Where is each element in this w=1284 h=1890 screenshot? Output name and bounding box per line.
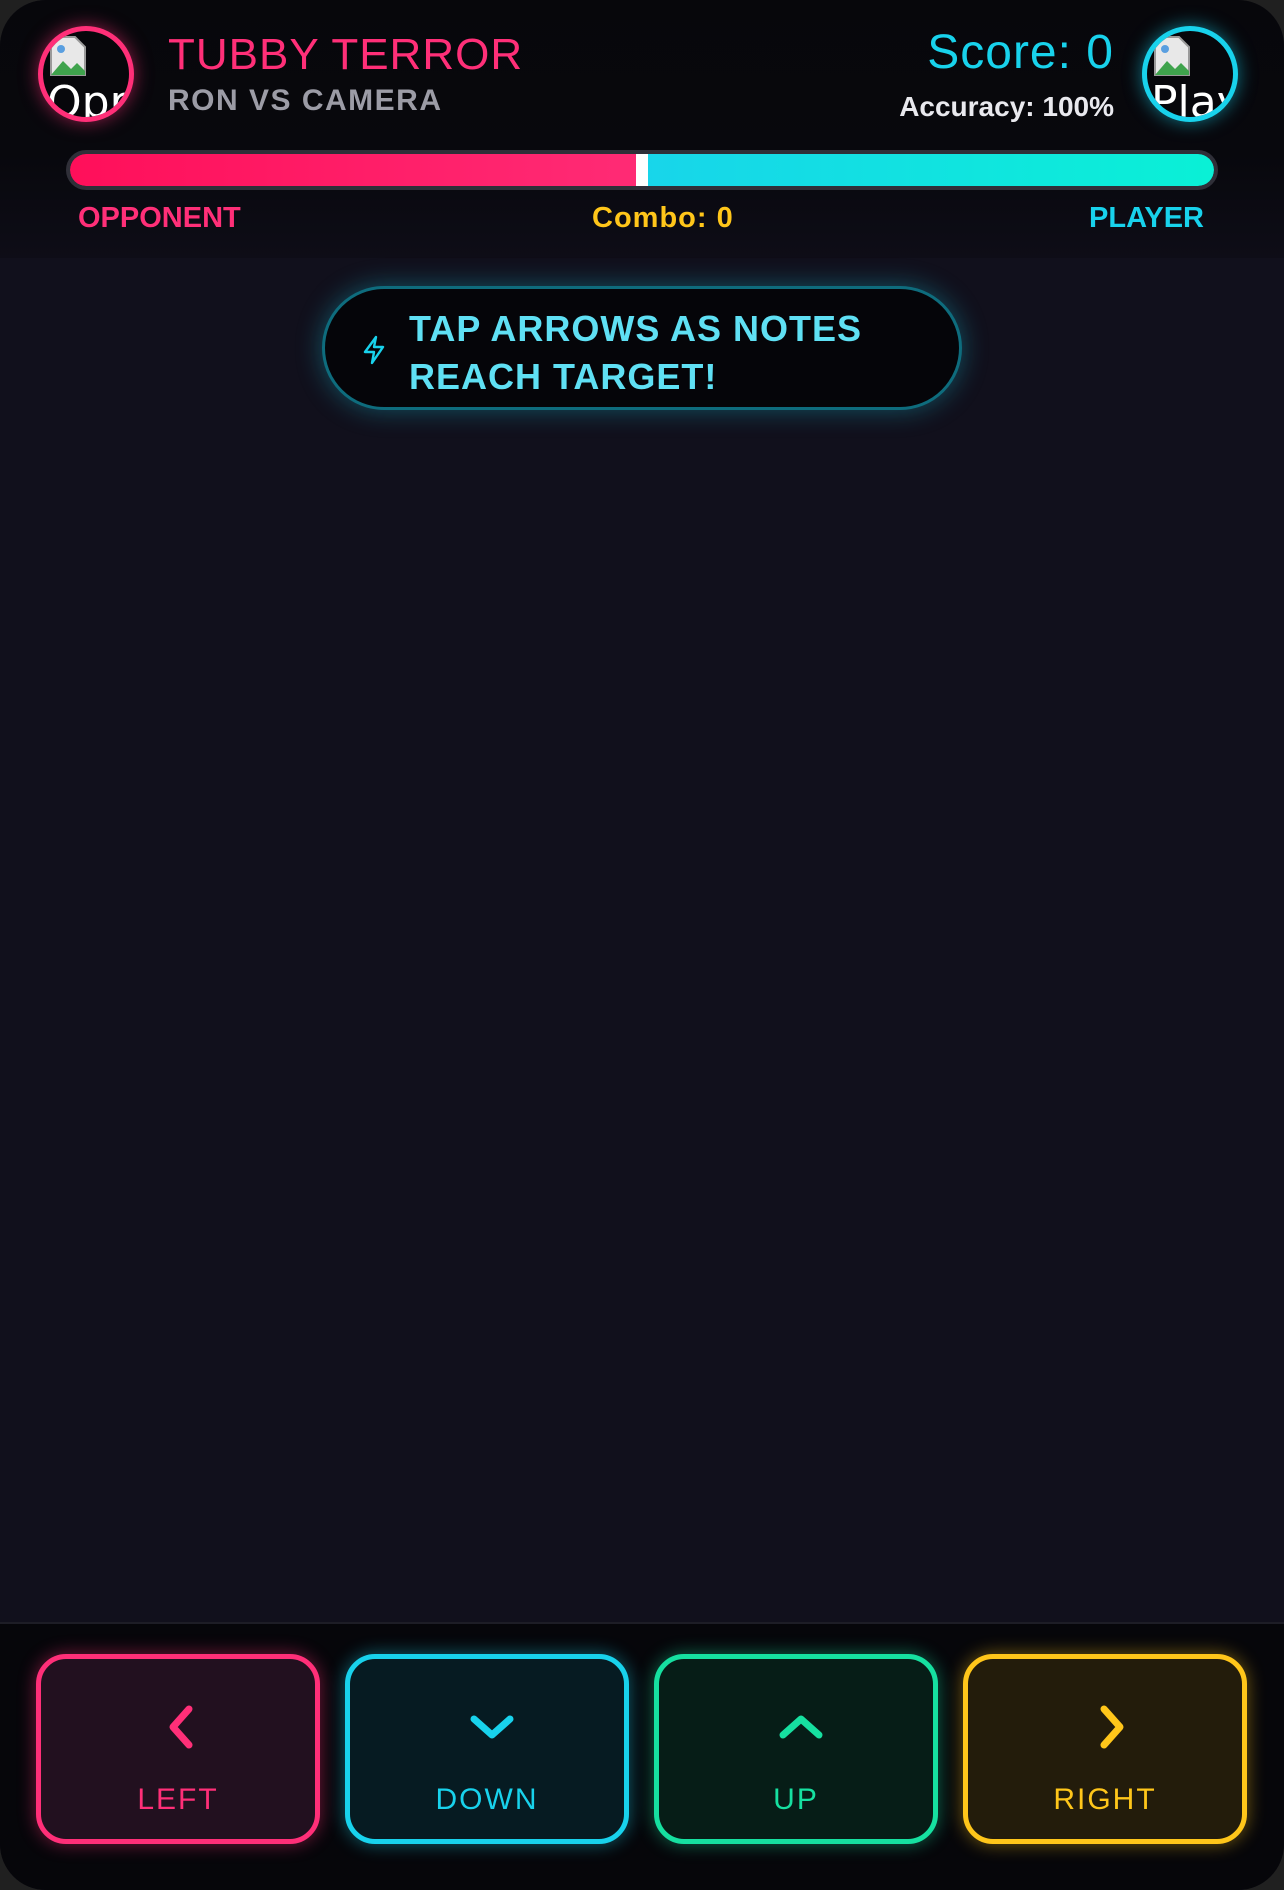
up-arrow-button[interactable]: UP xyxy=(654,1654,938,1844)
opponent-avatar: Opp xyxy=(38,26,134,122)
down-arrow-button[interactable]: DOWN xyxy=(345,1654,629,1844)
health-bar-opponent-fill xyxy=(70,154,642,186)
song-subtitle: RON VS CAMERA xyxy=(168,84,443,117)
left-button-label: LEFT xyxy=(137,1783,219,1816)
combo-counter: Combo: 0 xyxy=(592,202,734,234)
instruction-banner: TAP ARROWS AS NOTES REACH TARGET! xyxy=(322,286,962,410)
up-button-label: UP xyxy=(773,1783,819,1816)
chevron-up-icon xyxy=(779,1715,823,1739)
chevron-down-icon xyxy=(470,1715,514,1739)
player-label: PLAYER xyxy=(1089,202,1204,234)
chevron-left-icon xyxy=(169,1705,193,1749)
score-display: Score: 0 xyxy=(927,26,1114,79)
opponent-avatar-alt-text: Opp xyxy=(47,77,134,122)
broken-image-icon xyxy=(50,36,86,76)
health-bar-marker xyxy=(636,154,648,186)
right-arrow-button[interactable]: RIGHT xyxy=(963,1654,1247,1844)
right-button-label: RIGHT xyxy=(1053,1783,1157,1816)
down-button-label: DOWN xyxy=(435,1783,539,1816)
top-hud: Opp TUBBY TERROR RON VS CAMERA Score: 0 … xyxy=(0,0,1284,258)
lightning-bolt-icon xyxy=(363,335,385,365)
opponent-label: OPPONENT xyxy=(78,202,241,234)
chevron-right-icon xyxy=(1100,1705,1124,1749)
player-avatar: Play xyxy=(1142,26,1238,122)
game-screen: Opp TUBBY TERROR RON VS CAMERA Score: 0 … xyxy=(0,0,1284,1890)
arrow-controls: LEFT DOWN UP RIGHT xyxy=(0,1622,1284,1890)
broken-image-icon xyxy=(1154,36,1190,76)
health-bar xyxy=(66,150,1218,190)
accuracy-display: Accuracy: 100% xyxy=(899,91,1114,122)
instruction-text: TAP ARROWS AS NOTES REACH TARGET! xyxy=(409,308,863,397)
health-bar-player-fill xyxy=(642,154,1214,186)
left-arrow-button[interactable]: LEFT xyxy=(36,1654,320,1844)
player-avatar-alt-text: Play xyxy=(1151,77,1238,122)
song-title: TUBBY TERROR xyxy=(168,30,524,79)
